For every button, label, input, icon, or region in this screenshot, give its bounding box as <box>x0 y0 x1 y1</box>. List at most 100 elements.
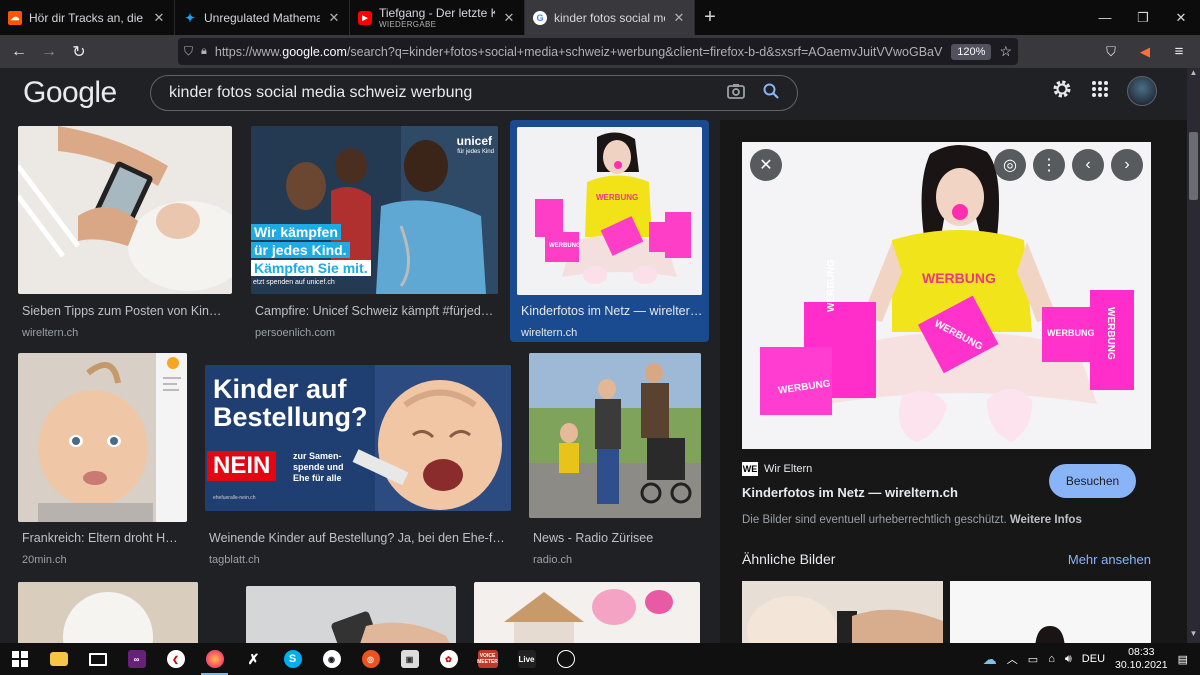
settings-gear-icon[interactable] <box>1051 78 1073 105</box>
page-scrollbar[interactable]: ▲ ▼ <box>1187 68 1200 643</box>
see-more-link[interactable]: Mehr ansehen <box>1068 552 1151 567</box>
result-source[interactable]: radio.ch <box>533 554 572 566</box>
url-text[interactable]: https://www.google.com/search?q=kinder+f… <box>215 45 943 59</box>
volume-icon[interactable]: 🔊︎ <box>1065 653 1072 666</box>
image-result-card[interactable]: Frankreich: Eltern droht Haft f... 20min… <box>18 353 188 567</box>
app-icon[interactable]: ❮ <box>156 643 195 675</box>
result-thumbnail[interactable] <box>529 353 701 518</box>
shield-icon[interactable]: ⛉ <box>184 44 193 59</box>
search-icon[interactable] <box>763 83 779 104</box>
zoom-level-badge[interactable]: 120% <box>951 43 992 60</box>
next-image-button[interactable]: › <box>1111 149 1143 181</box>
scrollbar-thumb[interactable] <box>1189 132 1198 200</box>
result-source[interactable]: persoenlich.com <box>255 327 335 339</box>
image-result-card[interactable]: News - Radio Zürisee radio.ch <box>529 353 702 567</box>
desktop-icon[interactable] <box>78 643 117 675</box>
firefox-icon[interactable] <box>195 643 234 675</box>
restore-icon[interactable]: ❐ <box>1124 0 1162 35</box>
result-title[interactable]: Campfire: Unicef Schweiz kämpft #fürjede… <box>255 304 499 318</box>
app-icon-2[interactable]: ✿ <box>429 643 468 675</box>
result-title[interactable]: News - Radio Zürisee <box>533 531 701 545</box>
visit-button[interactable]: Besuchen <box>1049 464 1136 498</box>
reload-icon[interactable]: ↻ <box>64 37 94 67</box>
browser-tab-soundcloud[interactable]: ☁ Hör dir Tracks an, die dir gefallen ✕ <box>0 0 175 35</box>
search-input[interactable] <box>169 84 727 102</box>
result-source[interactable]: wireltern.ch <box>22 327 78 339</box>
close-icon[interactable]: ✕ <box>152 10 166 26</box>
network-icon[interactable]: ⌂ <box>1048 653 1055 665</box>
minimize-icon[interactable]: — <box>1086 0 1124 35</box>
camera-icon[interactable] <box>727 83 745 104</box>
result-thumbnail[interactable] <box>18 353 187 522</box>
result-source[interactable]: 20min.ch <box>22 554 67 566</box>
preview-image[interactable]: WERBUNG WERBUNG WERBUNG WERBUNG WERBUNG … <box>742 142 1151 449</box>
similar-image-thumbnail[interactable] <box>950 581 1151 643</box>
menu-icon[interactable]: ≡ <box>1164 37 1194 67</box>
printer-app-icon[interactable]: ▣ <box>390 643 429 675</box>
onedrive-cloud-icon[interactable]: ☁ <box>983 651 997 668</box>
result-thumbnail[interactable] <box>246 586 456 643</box>
result-title[interactable]: Frankreich: Eltern droht Haft f... <box>22 531 184 545</box>
image-result-card[interactable] <box>18 582 198 643</box>
account-avatar[interactable] <box>1127 76 1157 106</box>
close-preview-button[interactable]: ✕ <box>750 149 782 181</box>
similar-image-thumbnail[interactable] <box>742 581 943 643</box>
language-indicator[interactable]: DEU <box>1082 653 1105 665</box>
result-thumbnail[interactable]: Kinder auf Bestellung? NEIN zur Samen-sp… <box>205 365 511 511</box>
voicemeeter-icon[interactable]: VOICE MEETER <box>468 643 507 675</box>
result-source[interactable]: wireltern.ch <box>521 327 577 339</box>
preview-title[interactable]: Kinderfotos im Netz — wireltern.ch <box>742 485 958 500</box>
visual-studio-icon[interactable]: ∞ <box>117 643 156 675</box>
apps-grid-icon[interactable] <box>1091 80 1109 103</box>
lock-icon[interactable]: 🔒︎ <box>201 45 207 58</box>
result-title[interactable]: Kinderfotos im Netz — wireltern.... <box>521 304 703 318</box>
ubuntu-icon[interactable]: ◎ <box>351 643 390 675</box>
image-result-card[interactable] <box>246 586 456 643</box>
scroll-up-icon[interactable]: ▲ <box>1187 68 1200 82</box>
preview-source[interactable]: WE Wir Eltern <box>742 462 812 476</box>
result-thumbnail[interactable] <box>474 582 700 643</box>
extension-icon[interactable]: ◀ <box>1130 37 1160 67</box>
lens-search-button[interactable]: ◎ <box>994 149 1026 181</box>
clock[interactable]: 08:33 30.10.2021 <box>1115 646 1168 672</box>
image-result-card[interactable]: unicef für jedes Kind Wir kämpfen ür jed… <box>251 126 499 340</box>
google-logo[interactable]: Google <box>23 76 117 110</box>
windows-start-icon[interactable] <box>0 643 39 675</box>
file-explorer-icon[interactable] <box>39 643 78 675</box>
new-tab-button[interactable]: + <box>695 0 725 35</box>
close-window-icon[interactable]: ✕ <box>1162 0 1200 35</box>
scroll-down-icon[interactable]: ▼ <box>1187 629 1200 643</box>
inkscape-icon[interactable]: ✗ <box>234 643 273 675</box>
close-icon[interactable]: ✕ <box>502 10 516 26</box>
result-source[interactable]: tagblatt.ch <box>209 554 260 566</box>
close-icon[interactable]: ✕ <box>672 10 686 26</box>
skype-icon[interactable]: S <box>273 643 312 675</box>
steam-icon[interactable]: ◉ <box>312 643 351 675</box>
result-thumbnail[interactable] <box>18 582 198 643</box>
bookmark-star-icon[interactable]: ☆ <box>999 43 1012 60</box>
browser-tab-google[interactable]: G kinder fotos social media schweiz ✕ <box>525 0 695 35</box>
address-bar[interactable]: ⛉ 🔒︎ https://www.google.com/search?q=kin… <box>178 38 1018 65</box>
previous-image-button[interactable]: ‹ <box>1072 149 1104 181</box>
live-icon[interactable]: Live <box>507 643 546 675</box>
result-thumbnail[interactable]: unicef für jedes Kind Wir kämpfen ür jed… <box>251 126 498 294</box>
close-icon[interactable]: ✕ <box>327 10 341 26</box>
more-options-button[interactable]: ⋮ <box>1033 149 1065 181</box>
forward-arrow-icon[interactable]: → <box>34 37 64 67</box>
result-thumbnail[interactable]: WERBUNG WERBUNG <box>517 127 702 295</box>
image-result-card[interactable]: Sieben Tipps zum Posten von Kinderf... w… <box>18 126 234 340</box>
obs-icon[interactable] <box>546 643 585 675</box>
search-box[interactable] <box>150 75 798 111</box>
image-result-card[interactable] <box>474 582 700 643</box>
result-thumbnail[interactable] <box>18 126 232 294</box>
image-result-card-selected[interactable]: WERBUNG WERBUNG Kinderfotos im Netz — wi… <box>510 120 709 342</box>
browser-tab-youtube[interactable]: ▶ Tiefgang - Der letzte Knall Closed WIE… <box>350 0 525 35</box>
more-info-link[interactable]: Weitere Infos <box>1010 514 1082 526</box>
battery-icon[interactable]: ▭ <box>1028 653 1038 666</box>
result-title[interactable]: Weinende Kinder auf Bestellung? Ja, bei … <box>209 531 509 545</box>
chevron-up-icon[interactable]: ︿ <box>1007 651 1018 667</box>
back-arrow-icon[interactable]: ← <box>4 37 34 67</box>
browser-tab-twitter[interactable]: ✦ Unregulated Mathematics auf Twitter ✕ <box>175 0 350 35</box>
notification-icon[interactable]: ▤ <box>1178 653 1188 666</box>
result-title[interactable]: Sieben Tipps zum Posten von Kinderf... <box>22 304 227 318</box>
